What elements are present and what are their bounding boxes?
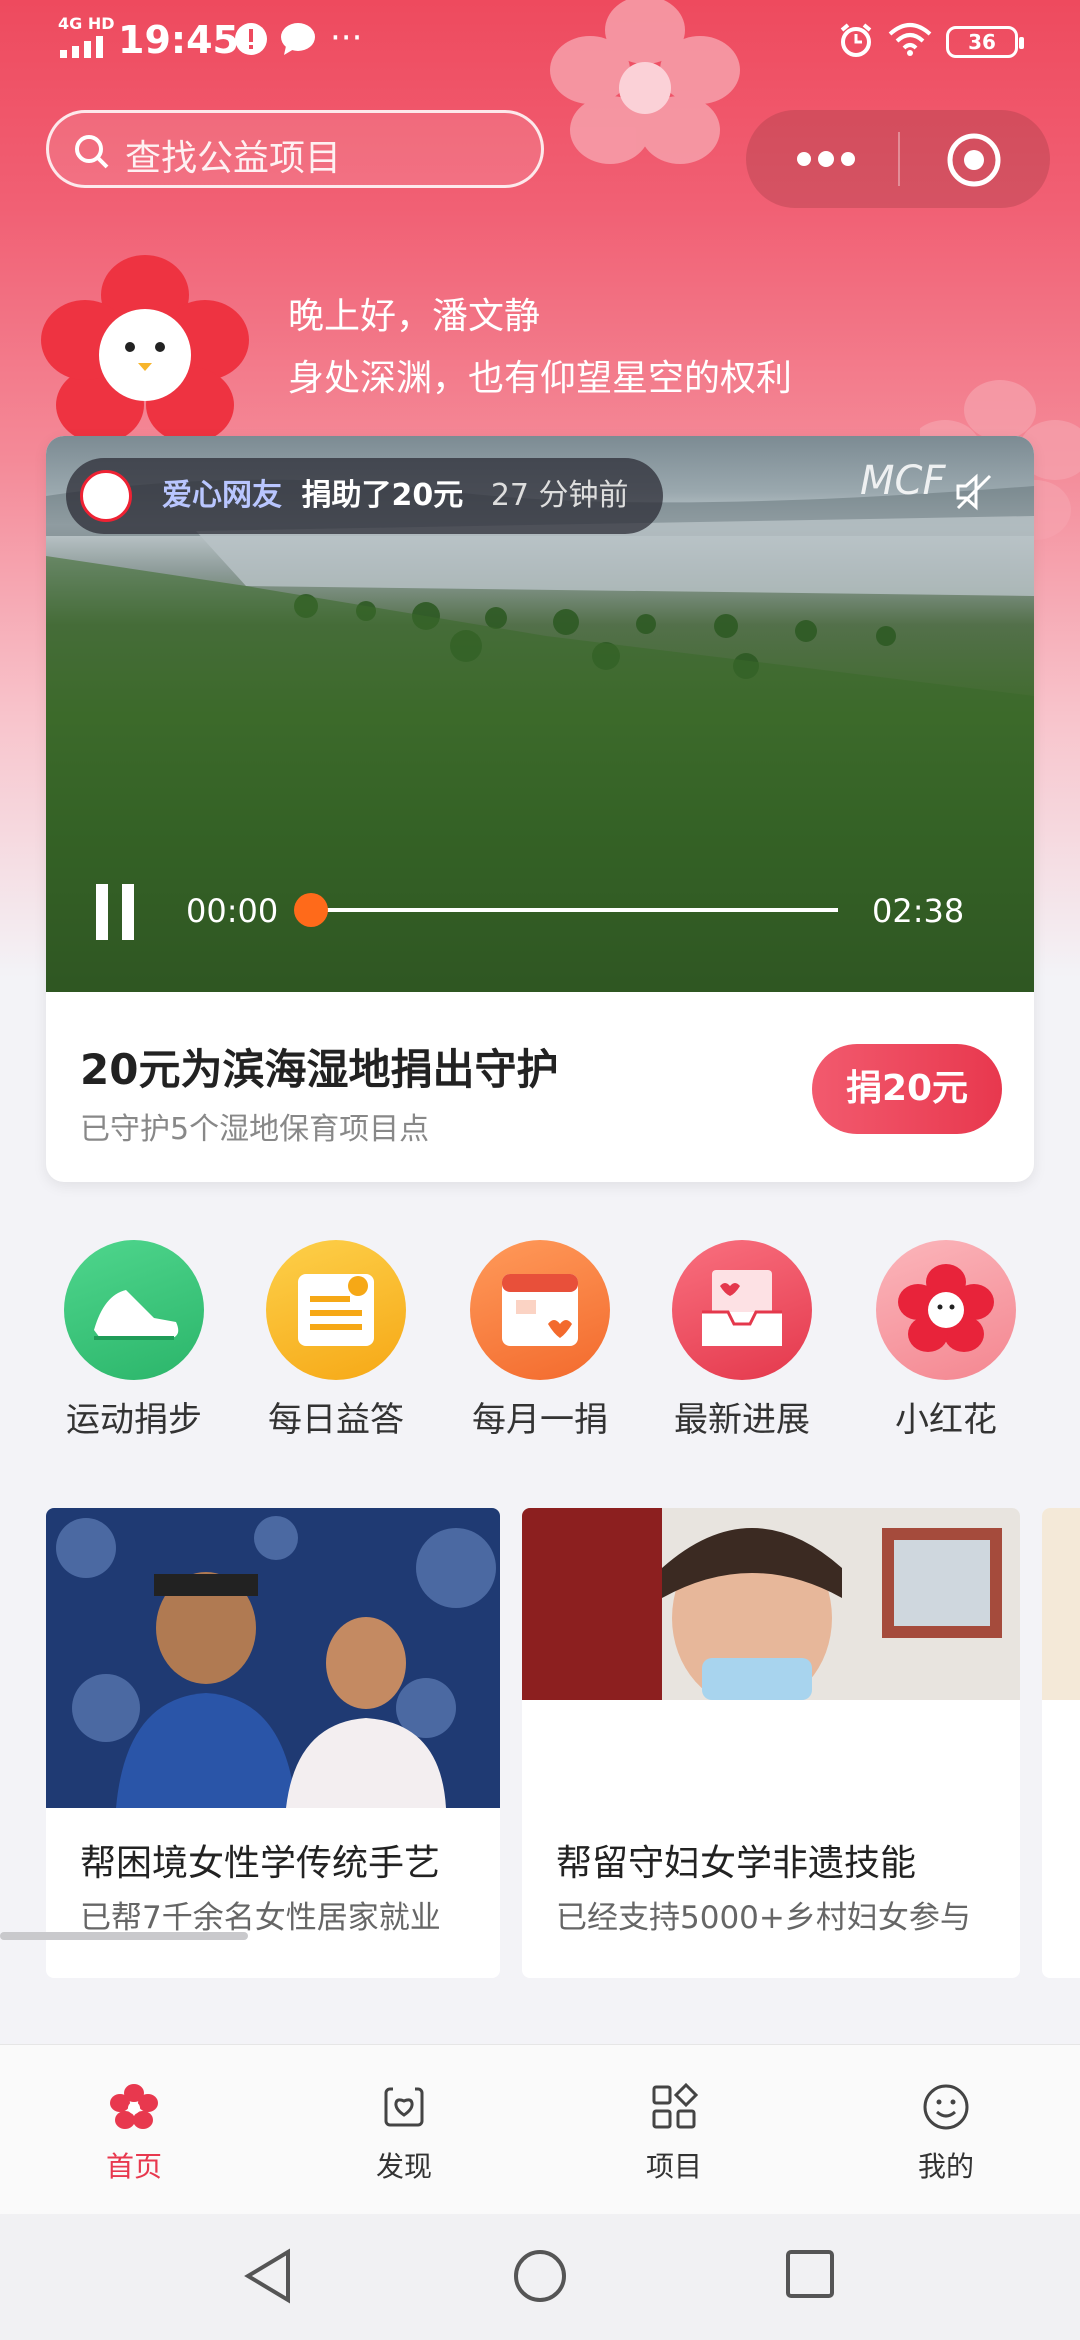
- donor-time: 27 分钟前: [490, 478, 629, 513]
- more-notifications-icon: ···: [330, 18, 363, 58]
- shortcut-quiz[interactable]: 每日益答: [246, 1240, 426, 1441]
- project-subtitle: 已经支持5000+乡村妇女参与: [556, 1900, 971, 1936]
- carousel-scrollbar: [0, 1932, 248, 1940]
- project-title: 帮困境女性学传统手艺: [80, 1843, 441, 1884]
- current-time: 00:00: [186, 892, 279, 930]
- shortcut-progress[interactable]: 最新进展: [652, 1240, 832, 1441]
- pause-icon[interactable]: [96, 884, 136, 940]
- mute-icon[interactable]: [954, 472, 994, 512]
- progress-knob[interactable]: [294, 893, 328, 927]
- brand-logo: MCF: [860, 458, 946, 504]
- greeting-motto: 身处深渊，也有仰望星空的权利: [288, 358, 793, 399]
- alert-icon: [235, 23, 267, 55]
- close-target-icon[interactable]: [946, 132, 1002, 188]
- shortcut-row: 运动捐步 每日益答 每月一捐 最新进展 小红花: [0, 1240, 1080, 1440]
- featured-video-card[interactable]: 爱心网友 捐助了20元 27 分钟前 MCF 00:00 02:38 20元为滨…: [46, 436, 1034, 1182]
- project-title: 帮留守妇女学非遗技能: [556, 1843, 917, 1884]
- recents-icon[interactable]: [784, 2248, 836, 2300]
- clock: 19:45: [118, 18, 239, 62]
- search-input[interactable]: 查找公益项目: [46, 110, 544, 188]
- tab-label: 发现: [375, 2150, 432, 2183]
- projects-icon: [652, 2082, 699, 2129]
- discover-icon: [384, 2085, 424, 2127]
- more-options-icon[interactable]: [794, 136, 858, 182]
- shortcut-label: 运动捐步: [66, 1400, 202, 1440]
- project-photo: [522, 1508, 1020, 1700]
- greeting: 晚上好，潘文静 身处深渊，也有仰望星空的权利: [288, 286, 792, 410]
- project-subtitle: 已帮7千余名女性居家就业: [80, 1900, 441, 1936]
- tab-home[interactable]: 首页: [64, 2081, 204, 2185]
- tab-label: 我的: [917, 2150, 974, 2183]
- inbox-heart-icon: [672, 1240, 812, 1380]
- mini-program-capsule: [746, 110, 1050, 208]
- video-subtitle: 已守护5个湿地保育项目点: [80, 1112, 430, 1147]
- shortcut-label: 最新进展: [674, 1400, 810, 1440]
- tab-projects[interactable]: 项目: [604, 2081, 744, 2185]
- signal-icon: [60, 36, 103, 58]
- sneaker-icon: [64, 1240, 204, 1380]
- mascot-flower-icon: [41, 255, 249, 443]
- bottom-tab-bar: 首页 发现 项目 我的: [0, 2044, 1080, 2215]
- shortcut-label: 小红花: [895, 1400, 997, 1440]
- search-placeholder: 查找公益项目: [125, 138, 342, 179]
- donation-ticker: 爱心网友 捐助了20元 27 分钟前: [66, 458, 663, 534]
- alarm-icon: [840, 23, 872, 57]
- video-title: 20元为滨海湿地捐出守护: [80, 1045, 559, 1094]
- capsule-divider: [898, 132, 900, 186]
- total-time: 02:38: [872, 892, 965, 930]
- tab-profile[interactable]: 我的: [876, 2081, 1016, 2185]
- wifi-icon: [888, 23, 932, 56]
- project-card[interactable]: 帮困境女性学传统手艺 已帮7千余名女性居家就业: [46, 1508, 500, 1978]
- network-type: 4G HD: [58, 14, 115, 33]
- tab-label: 项目: [645, 2150, 702, 2183]
- tab-discover[interactable]: 发现: [334, 2081, 474, 2185]
- donate-button[interactable]: 捐20元: [812, 1044, 1002, 1134]
- shortcut-steps[interactable]: 运动捐步: [44, 1240, 224, 1441]
- shortcut-label: 每日益答: [268, 1400, 404, 1440]
- message-icon: [281, 23, 315, 55]
- back-icon[interactable]: [242, 2248, 294, 2304]
- profile-smile-icon: [923, 2084, 969, 2130]
- search-icon: [75, 135, 109, 169]
- home-icon[interactable]: [512, 2248, 568, 2304]
- red-flower-icon: [876, 1240, 1016, 1380]
- project-card[interactable]: [1042, 1508, 1080, 1978]
- home-flower-icon: [110, 2084, 158, 2129]
- project-photo: [46, 1508, 500, 1808]
- shortcut-monthly[interactable]: 每月一捐: [450, 1240, 630, 1441]
- donor-avatar: [80, 470, 132, 522]
- project-carousel[interactable]: 帮困境女性学传统手艺 已帮7千余名女性居家就业 帮留守妇女学非遗技能 已经支持5…: [0, 1508, 1080, 1978]
- project-photo: [1042, 1508, 1080, 1700]
- battery-indicator: 36: [946, 26, 1024, 58]
- video-player[interactable]: 爱心网友 捐助了20元 27 分钟前 MCF 00:00 02:38: [46, 436, 1034, 992]
- quiz-card-icon: [266, 1240, 406, 1380]
- status-bar: 4G HD 19:45 ··· 36: [0, 0, 1080, 88]
- donor-action: 捐助了20元: [301, 478, 464, 513]
- calendar-heart-icon: [470, 1240, 610, 1380]
- system-navigation-bar: [0, 2214, 1080, 2340]
- donor-name: 爱心网友: [162, 478, 282, 513]
- greeting-line: 晚上好，潘文静: [288, 296, 541, 337]
- shortcut-label: 每月一捐: [472, 1400, 608, 1440]
- tab-label: 首页: [105, 2150, 162, 2183]
- progress-slider[interactable]: [294, 893, 838, 927]
- project-card[interactable]: 帮留守妇女学非遗技能 已经支持5000+乡村妇女参与: [522, 1508, 1020, 1978]
- shortcut-flower[interactable]: 小红花: [856, 1240, 1036, 1441]
